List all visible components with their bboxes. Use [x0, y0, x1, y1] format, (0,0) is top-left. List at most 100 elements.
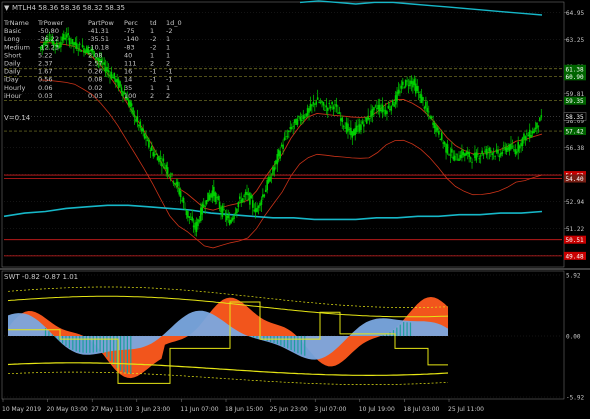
candle-body [425, 101, 427, 108]
candle-body [292, 125, 294, 127]
candle-body [171, 173, 173, 175]
candle-body [474, 152, 476, 159]
candle-body [257, 205, 260, 208]
candle-body [149, 150, 152, 152]
candle-body [352, 129, 355, 136]
candle-body [445, 143, 447, 153]
candle-body [178, 188, 181, 195]
candle-body [136, 116, 139, 122]
table-cell: Medium [4, 43, 30, 51]
table-cell: -75 [124, 27, 135, 35]
main-title: MTLH4 58.36 58.36 58.32 58.35 [12, 4, 125, 12]
candle-body [497, 149, 499, 154]
candle-body [224, 214, 227, 216]
table-cell: -36.22 [38, 35, 59, 43]
candle-body [179, 191, 182, 197]
candle-body [74, 41, 77, 46]
candle-body [391, 100, 394, 106]
candle-body [282, 144, 284, 149]
candle-body [485, 148, 488, 155]
candle-body [338, 112, 341, 114]
table-cell: 0.03 [88, 92, 102, 100]
candle-body [182, 197, 185, 203]
candle-body [162, 158, 165, 162]
candle-body [399, 91, 401, 93]
table-cell: 1 [166, 43, 170, 51]
candle-body [107, 70, 110, 73]
candle-body [521, 137, 524, 147]
candle-body [440, 132, 443, 140]
candle-body [277, 149, 280, 157]
candle-body [409, 80, 411, 87]
candle-body [138, 125, 140, 126]
candle-body [397, 89, 400, 94]
candle-body [396, 91, 398, 102]
candle-body [145, 136, 147, 139]
time-tick-label: 25 Jun 23:00 [270, 406, 308, 413]
candle-body [520, 143, 522, 147]
table-cell: iDay [4, 76, 19, 84]
indicator-tick-label: 0.00 [566, 334, 581, 341]
candle-body [106, 67, 108, 72]
candle-body [260, 199, 263, 205]
candle-body [308, 108, 310, 113]
candle-body [462, 151, 465, 156]
candle-body [189, 219, 192, 220]
time-tick-label: 18 Jun 15:00 [225, 406, 263, 413]
candle-body [439, 138, 442, 141]
table-cell: Daily [4, 60, 21, 68]
candle-body [290, 127, 293, 129]
candle-body [464, 153, 466, 157]
table-cell: -1 [166, 76, 172, 84]
candle-body [526, 133, 528, 135]
table-cell: -10.18 [88, 43, 109, 51]
candle-body [65, 34, 68, 38]
table-cell: 0.03 [38, 92, 52, 100]
candle-body [201, 203, 204, 215]
table-cell: Long [4, 35, 20, 43]
candle-body [205, 200, 208, 205]
candle-body [528, 129, 531, 138]
candle-body [279, 151, 281, 159]
candle-body [453, 155, 456, 161]
candle-body [455, 153, 457, 155]
table-cell: 2 [150, 92, 154, 100]
candle-body [345, 122, 348, 133]
candle-body [354, 128, 356, 135]
candle-body [262, 194, 264, 198]
chart-header: ▼ MTLH4 58.36 58.36 58.32 58.35 [4, 4, 125, 12]
candle-body [264, 189, 267, 193]
candle-body [135, 119, 137, 122]
candle-body [432, 122, 434, 125]
candle-body [181, 200, 183, 201]
candle-body [68, 38, 71, 45]
candle-body [80, 50, 82, 52]
table-header: 1d_0 [166, 19, 182, 27]
candle-body [207, 192, 209, 202]
table-cell: 40 [124, 51, 132, 59]
price-badge-label: 57.42 [566, 129, 584, 136]
candle-body [120, 87, 123, 93]
candle-body [540, 115, 543, 118]
candle-body [427, 111, 430, 113]
candle-body [243, 195, 245, 197]
candle-body [314, 103, 316, 105]
candle-body [498, 155, 501, 158]
candle-body [299, 116, 302, 121]
table-cell: 1 [150, 51, 154, 59]
candle-body [163, 167, 166, 169]
time-tick-label: 11 Jun 07:00 [180, 406, 218, 413]
candle-body [341, 117, 344, 122]
candle-body [494, 155, 496, 157]
candle-body [471, 161, 473, 163]
candle-body [479, 155, 482, 157]
collapse-arrow-icon[interactable]: ▼ [4, 4, 10, 12]
candle-body [377, 104, 380, 110]
candle-body [468, 152, 470, 158]
candle-body [387, 105, 390, 109]
candle-body [64, 37, 67, 40]
candle-body [502, 145, 505, 147]
candle-body [139, 121, 142, 128]
candle-body [334, 104, 336, 106]
candle-body [112, 76, 114, 79]
